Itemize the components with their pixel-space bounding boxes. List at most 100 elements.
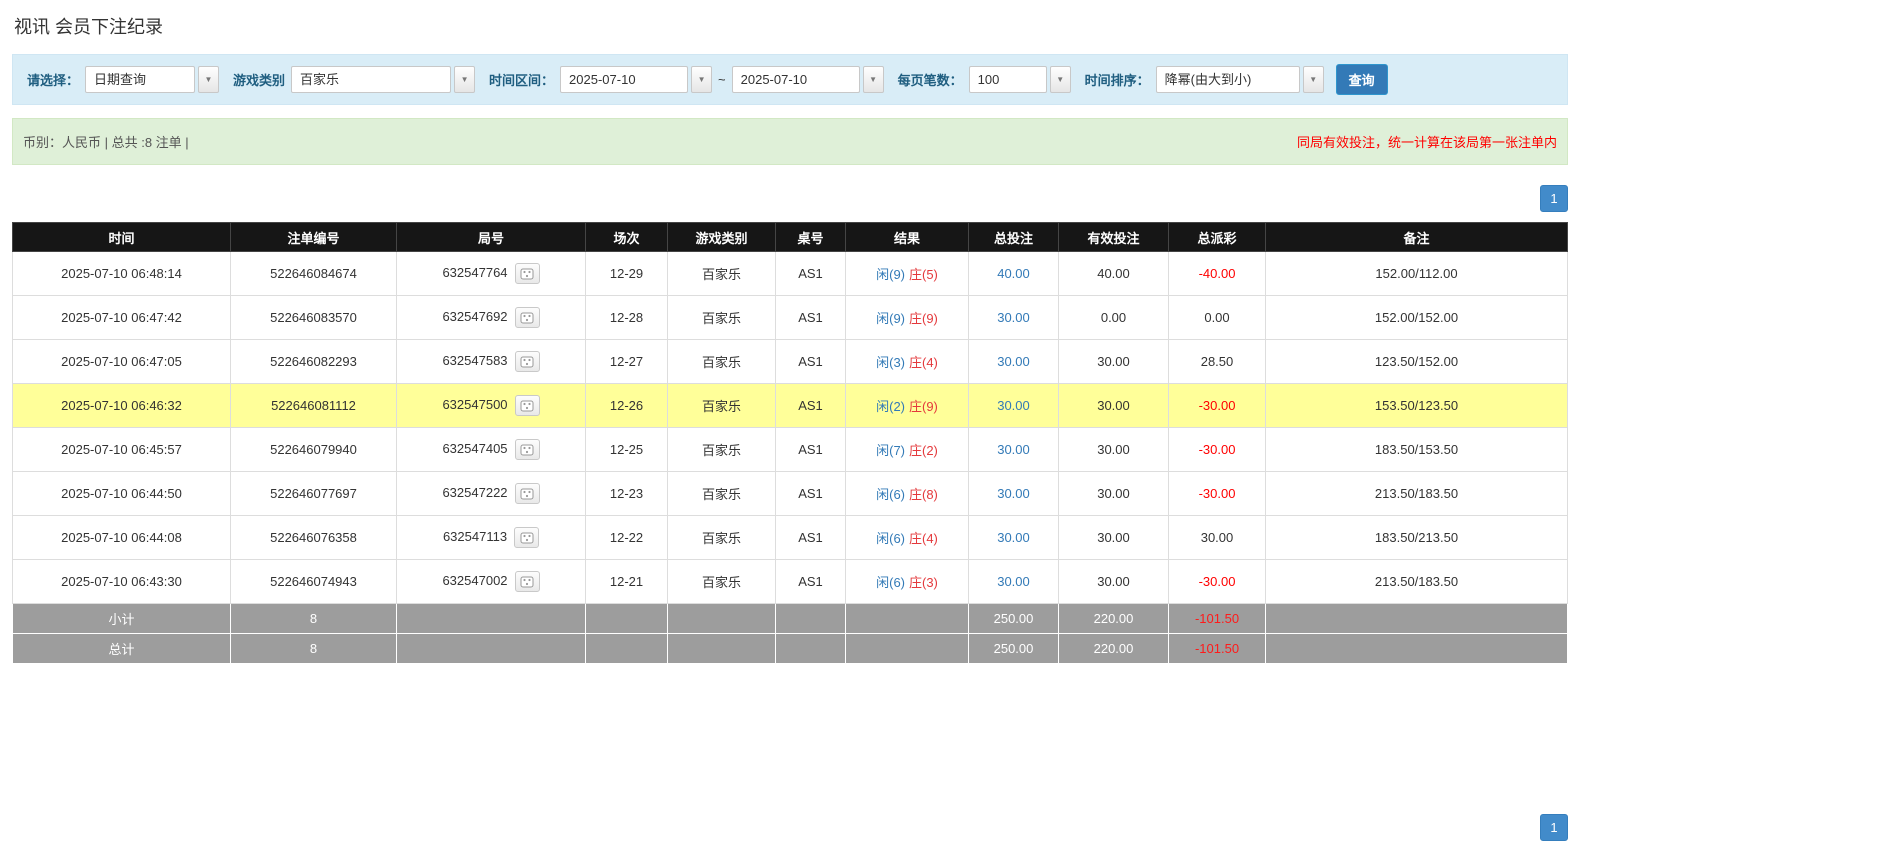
cell-total-bet: 30.00 <box>969 516 1059 560</box>
total-bet-link[interactable]: 30.00 <box>997 310 1030 325</box>
footer-total-bet: 250.00 <box>969 604 1059 634</box>
footer-empty-cell <box>846 604 969 634</box>
cell-game-type: 百家乐 <box>668 252 776 296</box>
cell-time: 2025-07-10 06:47:05 <box>13 340 231 384</box>
round-id: 632547583 <box>442 353 507 368</box>
page-container: 视讯 会员下注纪录 请选择： 日期查询 ▼ 游戏类别 百家乐 ▼ 时间区间： 2… <box>12 0 1568 841</box>
cell-payout: -30.00 <box>1169 384 1266 428</box>
round-id: 632547764 <box>442 265 507 280</box>
round-detail-icon[interactable] <box>515 307 540 328</box>
footer-empty-cell <box>846 634 969 664</box>
summary-note-text: 同局有效投注，统一计算在该局第一张注单内 <box>1297 132 1557 151</box>
query-type-label: 请选择： <box>27 70 79 89</box>
cell-bet-id: 522646074943 <box>231 560 397 604</box>
table-footer: 小计 8 250.00 220.00 -101.50 总计 8 250.00 2… <box>13 604 1568 664</box>
cell-session: 12-25 <box>586 428 668 472</box>
cell-session: 12-27 <box>586 340 668 384</box>
cell-bet-id: 522646077697 <box>231 472 397 516</box>
total-bet-link[interactable]: 30.00 <box>997 354 1030 369</box>
footer-valid-bet: 220.00 <box>1059 604 1169 634</box>
round-id: 632547500 <box>442 397 507 412</box>
cell-game-type: 百家乐 <box>668 296 776 340</box>
total-bet-link[interactable]: 40.00 <box>997 266 1030 281</box>
page-size-value[interactable]: 100 <box>969 66 1047 93</box>
search-button[interactable]: 查询 <box>1336 64 1388 95</box>
footer-empty-cell <box>1266 604 1568 634</box>
total-bet-link[interactable]: 30.00 <box>997 486 1030 501</box>
cell-total-bet: 30.00 <box>969 428 1059 472</box>
result-banker: 庄(4) <box>909 531 938 546</box>
chevron-down-icon[interactable]: ▼ <box>1050 66 1071 93</box>
date-from-value[interactable]: 2025-07-10 <box>560 66 688 93</box>
cell-round-id: 632547583 <box>397 340 586 384</box>
result-player: 闲(6) <box>876 487 905 502</box>
result-player: 闲(7) <box>876 443 905 458</box>
page-1-button[interactable]: 1 <box>1540 814 1568 841</box>
bet-records-table: 时间注单编号局号场次游戏类别桌号结果总投注有效投注总派彩备注 2025-07-1… <box>12 222 1568 664</box>
footer-empty-cell <box>1266 634 1568 664</box>
footer-empty-cell <box>397 634 586 664</box>
cell-total-bet: 30.00 <box>969 340 1059 384</box>
time-sort-value[interactable]: 降幂(由大到小) <box>1156 66 1300 93</box>
date-from-select[interactable]: 2025-07-10 ▼ <box>560 66 712 93</box>
chevron-down-icon[interactable]: ▼ <box>691 66 712 93</box>
page-1-button[interactable]: 1 <box>1540 185 1568 212</box>
page-size-select[interactable]: 100 ▼ <box>969 66 1071 93</box>
total-bet-link[interactable]: 30.00 <box>997 398 1030 413</box>
cell-time: 2025-07-10 06:45:57 <box>13 428 231 472</box>
table-row: 2025-07-10 06:47:42 522646083570 6325476… <box>13 296 1568 340</box>
cell-round-id: 632547692 <box>397 296 586 340</box>
cell-result: 闲(7)庄(2) <box>846 428 969 472</box>
date-to-value[interactable]: 2025-07-10 <box>732 66 860 93</box>
cell-valid-bet: 30.00 <box>1059 428 1169 472</box>
total-bet-link[interactable]: 30.00 <box>997 574 1030 589</box>
round-detail-icon[interactable] <box>515 483 540 504</box>
chevron-down-icon[interactable]: ▼ <box>1303 66 1324 93</box>
cell-valid-bet: 30.00 <box>1059 384 1169 428</box>
page-title: 视讯 会员下注纪录 <box>12 0 1568 54</box>
chevron-down-icon[interactable]: ▼ <box>198 66 219 93</box>
round-detail-icon[interactable] <box>515 351 540 372</box>
cell-result: 闲(9)庄(9) <box>846 296 969 340</box>
table-row: 2025-07-10 06:47:05 522646082293 6325475… <box>13 340 1568 384</box>
currency-summary-text: 币别：人民币 | 总共 :8 注单 | <box>23 132 189 151</box>
footer-empty-cell <box>668 604 776 634</box>
cell-result: 闲(6)庄(4) <box>846 516 969 560</box>
date-to-select[interactable]: 2025-07-10 ▼ <box>732 66 884 93</box>
round-detail-icon[interactable] <box>515 395 540 416</box>
table-row: 2025-07-10 06:44:08 522646076358 6325471… <box>13 516 1568 560</box>
footer-empty-cell <box>668 634 776 664</box>
footer-payout: -101.50 <box>1169 604 1266 634</box>
result-player: 闲(3) <box>876 355 905 370</box>
result-player: 闲(2) <box>876 399 905 414</box>
game-type-select[interactable]: 百家乐 ▼ <box>291 66 475 93</box>
round-id: 632547405 <box>442 441 507 456</box>
cell-result: 闲(6)庄(3) <box>846 560 969 604</box>
round-detail-icon[interactable] <box>514 527 539 548</box>
chevron-down-icon[interactable]: ▼ <box>454 66 475 93</box>
footer-total-bet: 250.00 <box>969 634 1059 664</box>
column-header: 有效投注 <box>1059 223 1169 252</box>
time-sort-select[interactable]: 降幂(由大到小) ▼ <box>1156 66 1324 93</box>
cell-payout: -30.00 <box>1169 560 1266 604</box>
footer-label: 小计 <box>13 604 231 634</box>
round-detail-icon[interactable] <box>515 263 540 284</box>
round-detail-icon[interactable] <box>515 571 540 592</box>
query-type-value[interactable]: 日期查询 <box>85 66 195 93</box>
cell-game-type: 百家乐 <box>668 340 776 384</box>
cell-payout: 28.50 <box>1169 340 1266 384</box>
total-bet-link[interactable]: 30.00 <box>997 442 1030 457</box>
game-type-value[interactable]: 百家乐 <box>291 66 451 93</box>
cell-round-id: 632547222 <box>397 472 586 516</box>
column-header: 场次 <box>586 223 668 252</box>
cell-result: 闲(6)庄(8) <box>846 472 969 516</box>
cell-time: 2025-07-10 06:44:50 <box>13 472 231 516</box>
column-header: 总派彩 <box>1169 223 1266 252</box>
column-header: 游戏类别 <box>668 223 776 252</box>
total-bet-link[interactable]: 30.00 <box>997 530 1030 545</box>
round-detail-icon[interactable] <box>515 439 540 460</box>
cell-remark: 213.50/183.50 <box>1266 560 1568 604</box>
query-type-select[interactable]: 日期查询 ▼ <box>85 66 219 93</box>
cell-payout: -30.00 <box>1169 472 1266 516</box>
chevron-down-icon[interactable]: ▼ <box>863 66 884 93</box>
